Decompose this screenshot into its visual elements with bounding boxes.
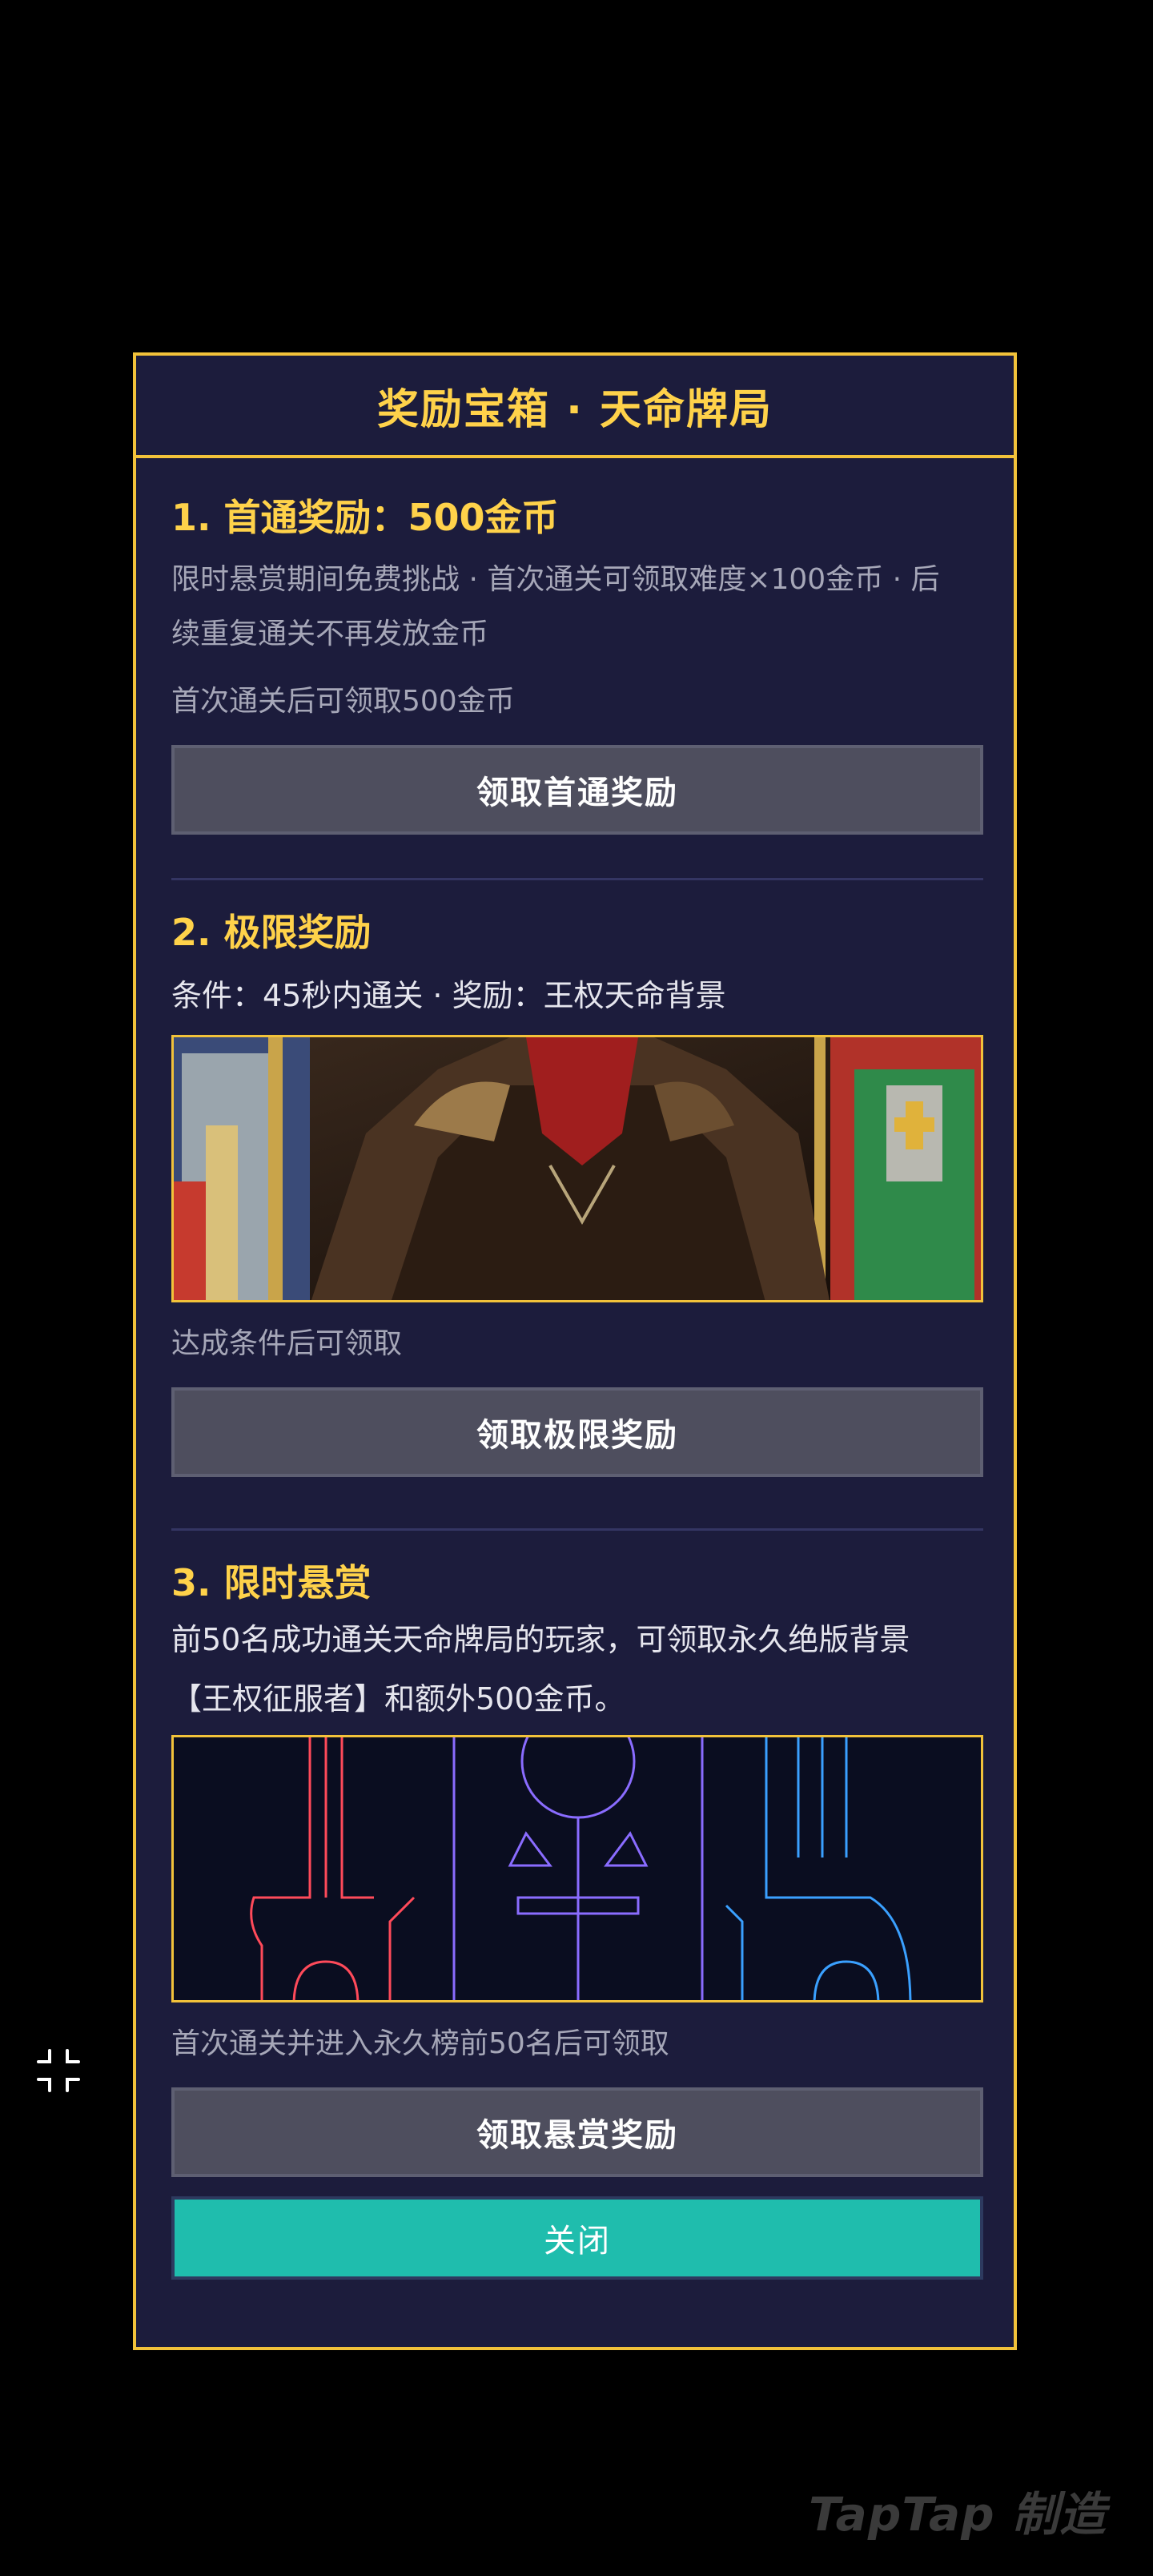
taptap-watermark: TapTap 制造 <box>809 2487 1107 2542</box>
extreme-reward-title: 2. 极限奖励 <box>171 911 372 954</box>
modal-header: 奖励宝箱 · 天命牌局 <box>136 356 1014 458</box>
extreme-reward-condition: 条件：45秒内通关 · 奖励：王权天命背景 <box>171 978 726 1013</box>
royal-conqueror-banner <box>171 1735 983 2002</box>
first-clear-title: 1. 首通奖励：500金币 <box>171 496 559 539</box>
first-clear-status: 首次通关后可领取500金币 <box>171 685 515 718</box>
divider <box>171 1528 983 1531</box>
limited-bounty-desc-line: 前50名成功通关天命牌局的玩家，可领取永久绝版背景 <box>171 1622 910 1657</box>
limited-bounty-desc-line: 【王权征服者】和额外500金币。 <box>171 1681 625 1717</box>
first-clear-description: 限时悬赏期间免费挑战 · 首次通关可领取难度×100金币 · 后 续重复通关不再… <box>171 553 983 662</box>
limited-bounty-description: 前50名成功通关天命牌局的玩家，可领取永久绝版背景 【王权征服者】和额外500金… <box>171 1610 983 1729</box>
modal-title: 奖励宝箱 · 天命牌局 <box>377 385 773 434</box>
first-clear-desc-line: 限时悬赏期间免费挑战 · 首次通关可领取难度×100金币 · 后 <box>171 563 940 596</box>
extreme-reward-section: 2. 极限奖励 条件：45秒内通关 · 奖励：王权天命背景 达成条件后可领取 领… <box>171 908 983 1477</box>
claim-first-clear-button[interactable]: 领取首通奖励 <box>171 745 983 835</box>
first-clear-desc-line: 续重复通关不再发放金币 <box>171 618 489 650</box>
claim-bounty-reward-button[interactable]: 领取悬赏奖励 <box>171 2087 983 2177</box>
divider <box>171 878 983 880</box>
claim-extreme-reward-button[interactable]: 领取极限奖励 <box>171 1387 983 1477</box>
reward-chest-modal: 奖励宝箱 · 天命牌局 1. 首通奖励：500金币 限时悬赏期间免费挑战 · 首… <box>133 352 1017 2350</box>
royal-destiny-artwork <box>174 1037 981 1300</box>
collapse-icon[interactable] <box>35 2047 82 2094</box>
royal-destiny-banner <box>171 1035 983 1302</box>
limited-bounty-section: 3. 限时悬赏 前50名成功通关天命牌局的玩家，可领取永久绝版背景 【王权征服者… <box>171 1559 983 2280</box>
limited-bounty-title: 3. 限时悬赏 <box>171 1561 372 1604</box>
close-button[interactable]: 关闭 <box>171 2196 983 2280</box>
royal-conqueror-artwork <box>174 1737 981 2000</box>
extreme-reward-status: 达成条件后可领取 <box>171 1327 403 1360</box>
first-clear-section: 1. 首通奖励：500金币 限时悬赏期间免费挑战 · 首次通关可领取难度×100… <box>171 493 983 835</box>
limited-bounty-status: 首次通关并进入永久榜前50名后可领取 <box>171 2027 669 2060</box>
